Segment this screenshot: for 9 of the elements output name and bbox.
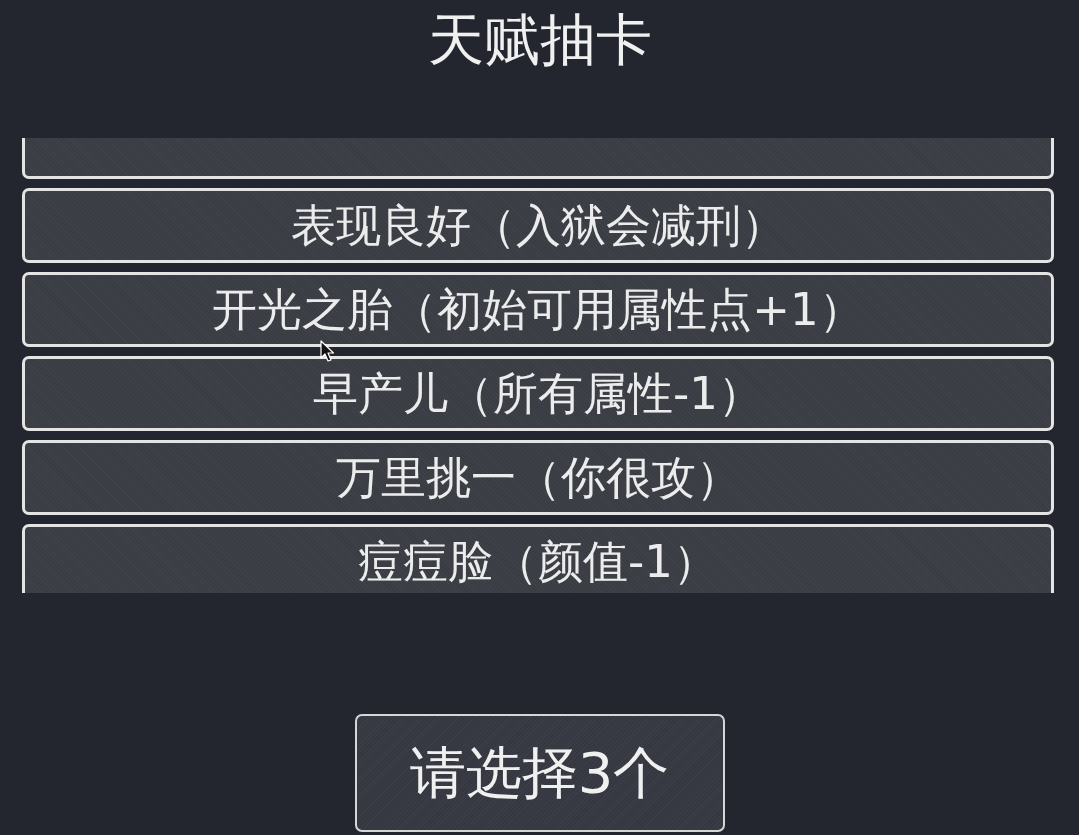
talent-card[interactable]: 痘痘脸（颜值-1） xyxy=(22,524,1054,593)
page-title: 天赋抽卡 xyxy=(427,8,652,72)
talent-card[interactable]: 表现良好（入狱会减刑） xyxy=(22,188,1054,263)
mouse-pointer-icon xyxy=(320,340,335,363)
talent-card[interactable] xyxy=(22,138,1054,179)
talent-card[interactable]: 早产儿（所有属性-1） xyxy=(22,356,1054,431)
talent-card[interactable]: 开光之胎（初始可用属性点+1） xyxy=(22,272,1054,347)
confirm-button[interactable]: 请选择3个 xyxy=(354,714,725,832)
talent-card[interactable]: 万里挑一（你很攻） xyxy=(22,440,1054,515)
